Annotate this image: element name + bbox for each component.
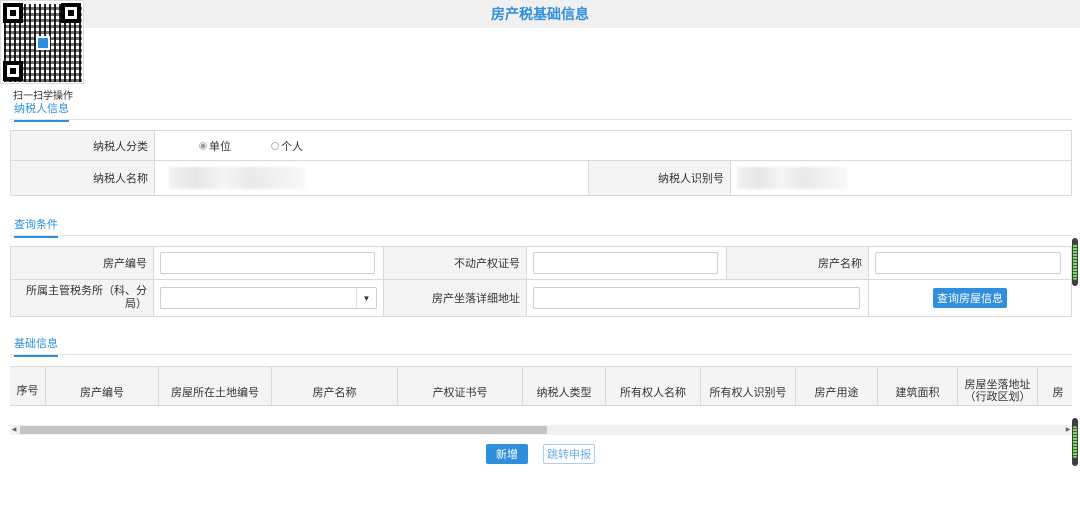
taxpayer-category-radio-group: 单位 个人 <box>155 131 1071 160</box>
property-no-cell <box>154 247 384 279</box>
property-no-label: 房产编号 <box>11 247 154 279</box>
col-header-land-no: 房屋所在土地编号 <box>159 367 272 405</box>
qr-finder-top-left <box>3 3 23 23</box>
cert-no-input[interactable] <box>533 252 718 274</box>
redacted-taxpayer-id <box>737 167 847 189</box>
qr-code-image[interactable] <box>0 0 84 84</box>
vertical-scroll-thumb-lower <box>1073 426 1077 458</box>
section-divider <box>10 119 1072 120</box>
scroll-right-arrow-icon[interactable]: ▶ <box>1064 425 1072 435</box>
col-header-owner-name: 所有权人名称 <box>606 367 701 405</box>
radio-unit-label: 单位 <box>209 140 231 153</box>
cert-no-cell <box>527 247 727 279</box>
query-button-cell: 查询房屋信息 <box>869 280 1071 316</box>
property-name-label: 房产名称 <box>727 247 869 279</box>
taxpayer-info-grid: 纳税人分类 单位 个人 纳税人名称 纳税人识别号 <box>10 130 1072 196</box>
qr-finder-top-right <box>61 3 81 23</box>
table-header-row: 序号 房产编号 房屋所在土地编号 房产名称 产权证书号 纳税人类型 所有权人名称… <box>10 367 1072 405</box>
taxpayer-name-value <box>155 161 589 195</box>
col-header-owner-id: 所有权人识别号 <box>701 367 796 405</box>
col-header-address-region: 房屋坐落地址（行政区划） <box>958 367 1038 405</box>
col-header-index: 序号 <box>10 367 46 405</box>
taxpayer-category-label: 纳税人分类 <box>11 131 155 160</box>
vertical-scroll-indicator[interactable] <box>1072 238 1078 286</box>
address-cell <box>527 280 869 316</box>
vertical-scroll-thumb <box>1073 244 1077 280</box>
tax-office-select[interactable]: ▼ <box>160 287 377 309</box>
tax-office-cell: ▼ <box>154 280 384 316</box>
vertical-scroll-indicator-lower[interactable] <box>1072 418 1078 466</box>
page-title: 房产税基础信息 <box>0 0 1080 28</box>
col-header-area: 建筑面积 <box>878 367 958 405</box>
property-no-input[interactable] <box>160 252 375 274</box>
property-name-cell <box>869 247 1071 279</box>
horizontal-scrollbar[interactable]: ◀ ▶ <box>10 425 1072 435</box>
chevron-down-icon: ▼ <box>356 288 376 308</box>
taxpayer-id-value <box>731 161 1071 195</box>
cert-no-label: 不动产权证号 <box>384 247 527 279</box>
query-house-info-button[interactable]: 查询房屋信息 <box>933 288 1007 308</box>
scroll-left-arrow-icon[interactable]: ◀ <box>10 425 18 435</box>
jump-declare-button[interactable]: 跳转申报 <box>543 444 595 464</box>
taxpayer-name-label: 纳税人名称 <box>11 161 155 195</box>
address-label: 房产坐落详细地址 <box>384 280 527 316</box>
query-form-grid: 房产编号 不动产权证号 房产名称 所属主管税务所（科、分局） ▼ 房产坐落详细地… <box>10 246 1072 317</box>
radio-individual[interactable]: 个人 <box>271 138 303 154</box>
section-divider <box>10 235 1072 236</box>
redacted-taxpayer-name <box>169 167 305 189</box>
col-header-truncated: 房 <box>1052 387 1064 399</box>
section-divider <box>10 354 1072 355</box>
property-name-input[interactable] <box>875 252 1061 274</box>
address-input[interactable] <box>533 287 860 309</box>
scrollbar-thumb[interactable] <box>20 426 547 434</box>
taxpayer-id-label: 纳税人识别号 <box>589 161 731 195</box>
col-header-property-no: 房产编号 <box>46 367 159 405</box>
qr-logo-icon <box>36 36 50 50</box>
col-header-property-name: 房产名称 <box>272 367 398 405</box>
tax-office-label: 所属主管税务所（科、分局） <box>11 280 154 316</box>
radio-individual-indicator <box>271 141 279 150</box>
col-header-taxpayer-type: 纳税人类型 <box>523 367 606 405</box>
col-header-usage: 房产用途 <box>796 367 878 405</box>
qr-finder-bottom-left <box>3 61 23 81</box>
radio-individual-label: 个人 <box>281 140 303 153</box>
radio-unit-indicator <box>199 141 207 150</box>
col-header-cert-no: 产权证书号 <box>398 367 523 405</box>
radio-unit[interactable]: 单位 <box>199 138 231 154</box>
add-button[interactable]: 新增 <box>486 444 528 464</box>
basic-info-table: 序号 房产编号 房屋所在土地编号 房产名称 产权证书号 纳税人类型 所有权人名称… <box>10 366 1072 406</box>
